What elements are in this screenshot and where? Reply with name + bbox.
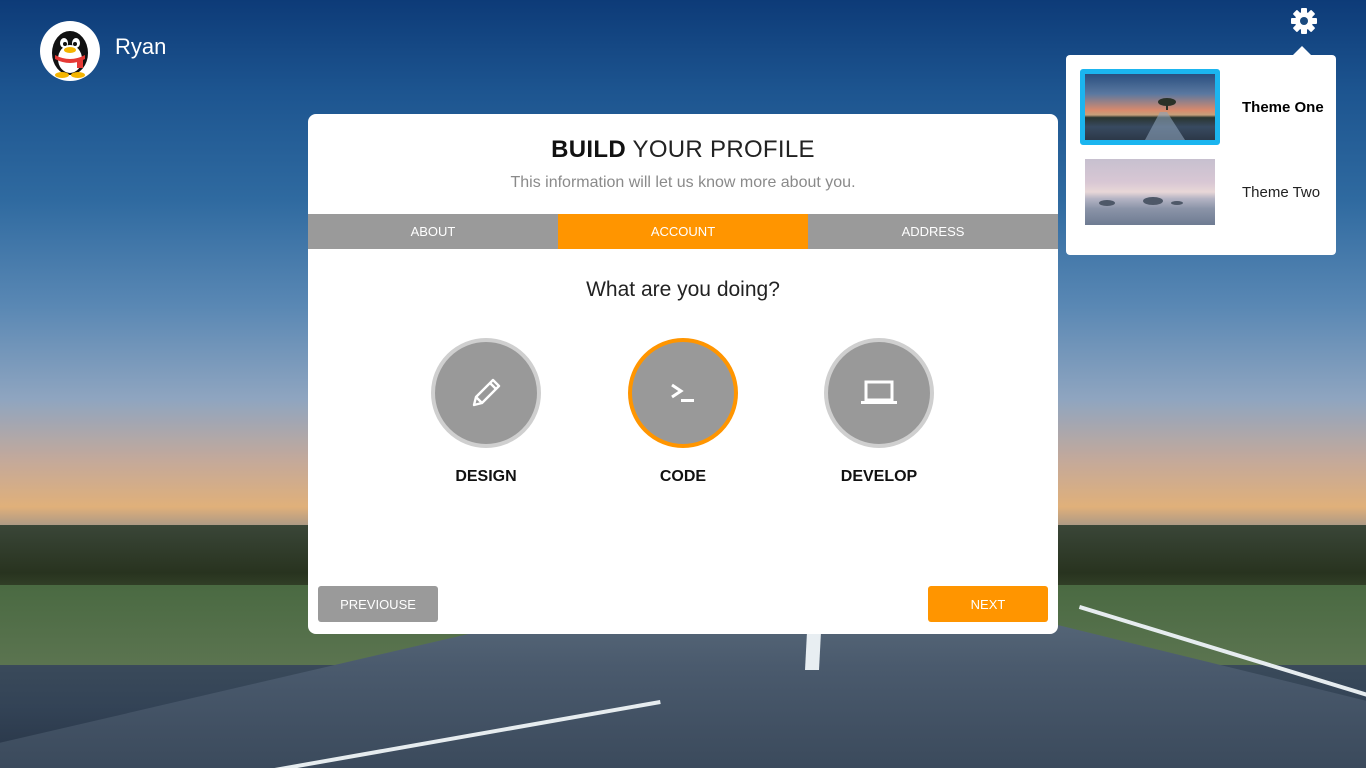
theme-two-label[interactable]: Theme Two: [1242, 184, 1320, 201]
choice-code-circle[interactable]: [628, 338, 738, 448]
theme-two-thumbnail[interactable]: [1080, 154, 1220, 230]
tab-about[interactable]: ABOUT: [308, 214, 558, 249]
theme-one-label[interactable]: Theme One: [1242, 99, 1324, 116]
avatar[interactable]: [40, 21, 100, 81]
laptop-icon: [861, 380, 897, 404]
user-name: Ryan: [115, 34, 167, 59]
choice-code[interactable]: CODE: [628, 338, 738, 486]
choice-design[interactable]: DESIGN: [431, 338, 541, 486]
choice-design-circle[interactable]: [431, 338, 541, 448]
choice-code-label: CODE: [659, 468, 707, 485]
theme-one-thumbnail[interactable]: [1080, 69, 1220, 145]
penguin-icon: [52, 31, 88, 78]
choice-develop-label: DEVELOP: [840, 468, 918, 485]
road-center-line: [805, 632, 821, 670]
theme-option-one[interactable]: Theme One: [1080, 69, 1330, 145]
settings-button[interactable]: [1289, 6, 1319, 36]
pencil-icon: [472, 378, 501, 407]
tab-account[interactable]: ACCOUNT: [558, 214, 808, 249]
question-heading: What are you doing?: [586, 278, 780, 301]
terminal-icon: [671, 383, 694, 402]
choice-design-label: DESIGN: [455, 468, 517, 485]
card-subtitle: This information will let us know more a…: [510, 174, 856, 191]
tab-address[interactable]: ADDRESS: [808, 214, 1058, 249]
user-profile[interactable]: Ryan: [40, 21, 166, 81]
profile-wizard-card: BUILD YOUR PROFILE This information will…: [308, 114, 1058, 634]
choice-develop[interactable]: DEVELOP: [824, 338, 934, 486]
card-title-rest: YOUR PROFILE: [625, 136, 815, 163]
card-title: BUILD YOUR PROFILE: [308, 136, 1058, 164]
gear-icon: [1291, 8, 1317, 34]
choice-develop-circle[interactable]: [824, 338, 934, 448]
theme-option-two[interactable]: Theme Two: [1080, 154, 1330, 230]
previous-button[interactable]: PREVIOUSE: [318, 586, 438, 622]
wizard-tabs: ABOUT ACCOUNT ADDRESS: [308, 214, 1058, 249]
card-title-bold: BUILD: [551, 136, 626, 163]
theme-dropdown-panel: Theme One Theme Two: [1066, 46, 1336, 255]
next-button[interactable]: NEXT: [928, 586, 1048, 622]
